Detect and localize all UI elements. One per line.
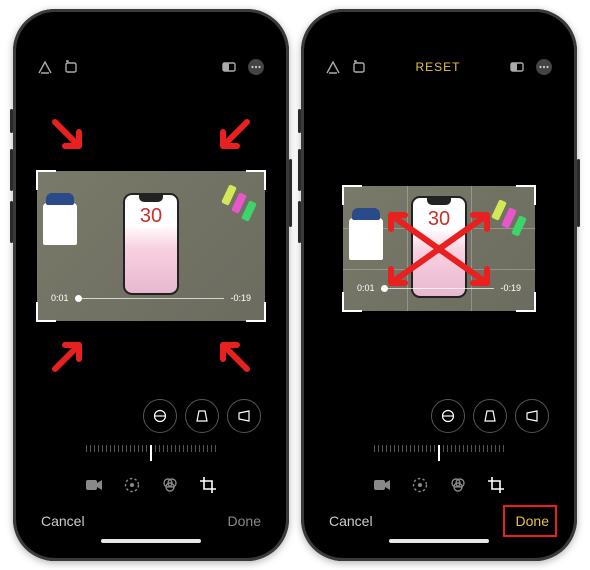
crop-area[interactable]: 30 0:01 -0:19 — [37, 171, 265, 321]
filters-tab-icon[interactable] — [449, 476, 467, 494]
editor-topbar: RESET — [313, 53, 565, 81]
rotate-icon[interactable] — [63, 59, 79, 75]
angle-slider[interactable] — [37, 441, 265, 465]
aspect-ratio-icon[interactable] — [221, 59, 237, 75]
transform-buttons — [431, 399, 549, 433]
video-frame[interactable]: 30 0:01 -0:19 — [37, 171, 265, 321]
power-button — [577, 159, 580, 227]
home-indicator[interactable] — [389, 539, 489, 543]
notch — [379, 21, 499, 45]
transform-buttons — [143, 399, 261, 433]
volume-up — [298, 149, 301, 191]
prop-phone: 30 — [123, 193, 179, 295]
volume-up — [10, 149, 13, 191]
angle-slider[interactable] — [325, 441, 553, 465]
more-icon[interactable] — [247, 58, 265, 76]
annotation-arrow-icon — [49, 116, 93, 160]
aspect-ratio-icon[interactable] — [509, 59, 525, 75]
crop-handle-br[interactable] — [516, 292, 536, 312]
annotation-arrow-icon — [209, 331, 253, 375]
annotation-arrow-icon — [49, 331, 93, 375]
horizontal-perspective-button[interactable] — [515, 399, 549, 433]
reset-button[interactable]: RESET — [367, 60, 509, 74]
video-tab-icon[interactable] — [85, 478, 103, 492]
crop-handle-br[interactable] — [246, 302, 266, 322]
crop-area[interactable]: 30 0:01 -0:19 — [343, 186, 535, 311]
adjust-tab-icon[interactable] — [411, 476, 429, 494]
prop-marker — [511, 215, 527, 237]
crop-handle-bl[interactable] — [342, 292, 362, 312]
horizontal-perspective-button[interactable] — [227, 399, 261, 433]
rotate-icon[interactable] — [351, 59, 367, 75]
straighten-button[interactable] — [143, 399, 177, 433]
vertical-perspective-button[interactable] — [473, 399, 507, 433]
cancel-button[interactable]: Cancel — [329, 513, 373, 529]
notch — [91, 21, 211, 45]
flip-vertical-icon[interactable] — [37, 59, 53, 75]
edit-mode-tabs — [25, 473, 277, 497]
display-number: 30 — [137, 205, 165, 228]
flip-vertical-icon[interactable] — [325, 59, 341, 75]
video-tab-icon[interactable] — [373, 478, 391, 492]
annotation-arrow-icon — [209, 116, 253, 160]
crop-handle-bl[interactable] — [36, 302, 56, 322]
edit-mode-tabs — [313, 473, 565, 497]
annotation-drag-arrows-icon — [369, 199, 509, 299]
crop-handle-tl[interactable] — [36, 170, 56, 190]
home-indicator[interactable] — [101, 539, 201, 543]
crop-handle-tl[interactable] — [342, 185, 362, 205]
playhead[interactable] — [75, 295, 82, 302]
volume-down — [298, 201, 301, 243]
filters-tab-icon[interactable] — [161, 476, 179, 494]
screen: 30 0:01 -0:19 — [25, 21, 277, 549]
volume-down — [10, 201, 13, 243]
bottom-action-bar: Cancel Done — [313, 513, 565, 529]
crop-tab-icon[interactable] — [199, 476, 217, 494]
phone-left: 30 0:01 -0:19 — [13, 9, 289, 561]
screen: RESET 30 0:01 -0: — [313, 21, 565, 549]
prop-cup — [43, 203, 77, 245]
editor-topbar — [25, 53, 277, 81]
crop-handle-tr[interactable] — [516, 185, 536, 205]
mute-switch — [10, 109, 13, 133]
prop-marker — [241, 200, 257, 222]
done-button[interactable]: Done — [516, 513, 549, 529]
bottom-action-bar: Cancel Done — [25, 513, 277, 529]
adjust-tab-icon[interactable] — [123, 476, 141, 494]
cancel-button[interactable]: Cancel — [41, 513, 85, 529]
straighten-button[interactable] — [431, 399, 465, 433]
done-button[interactable]: Done — [228, 513, 261, 529]
video-timeline[interactable]: 0:01 -0:19 — [51, 293, 251, 303]
more-icon[interactable] — [535, 58, 553, 76]
vertical-perspective-button[interactable] — [185, 399, 219, 433]
crop-handle-tr[interactable] — [246, 170, 266, 190]
crop-tab-icon[interactable] — [487, 476, 505, 494]
mute-switch — [298, 109, 301, 133]
power-button — [289, 159, 292, 227]
phone-right: RESET 30 0:01 -0: — [301, 9, 577, 561]
